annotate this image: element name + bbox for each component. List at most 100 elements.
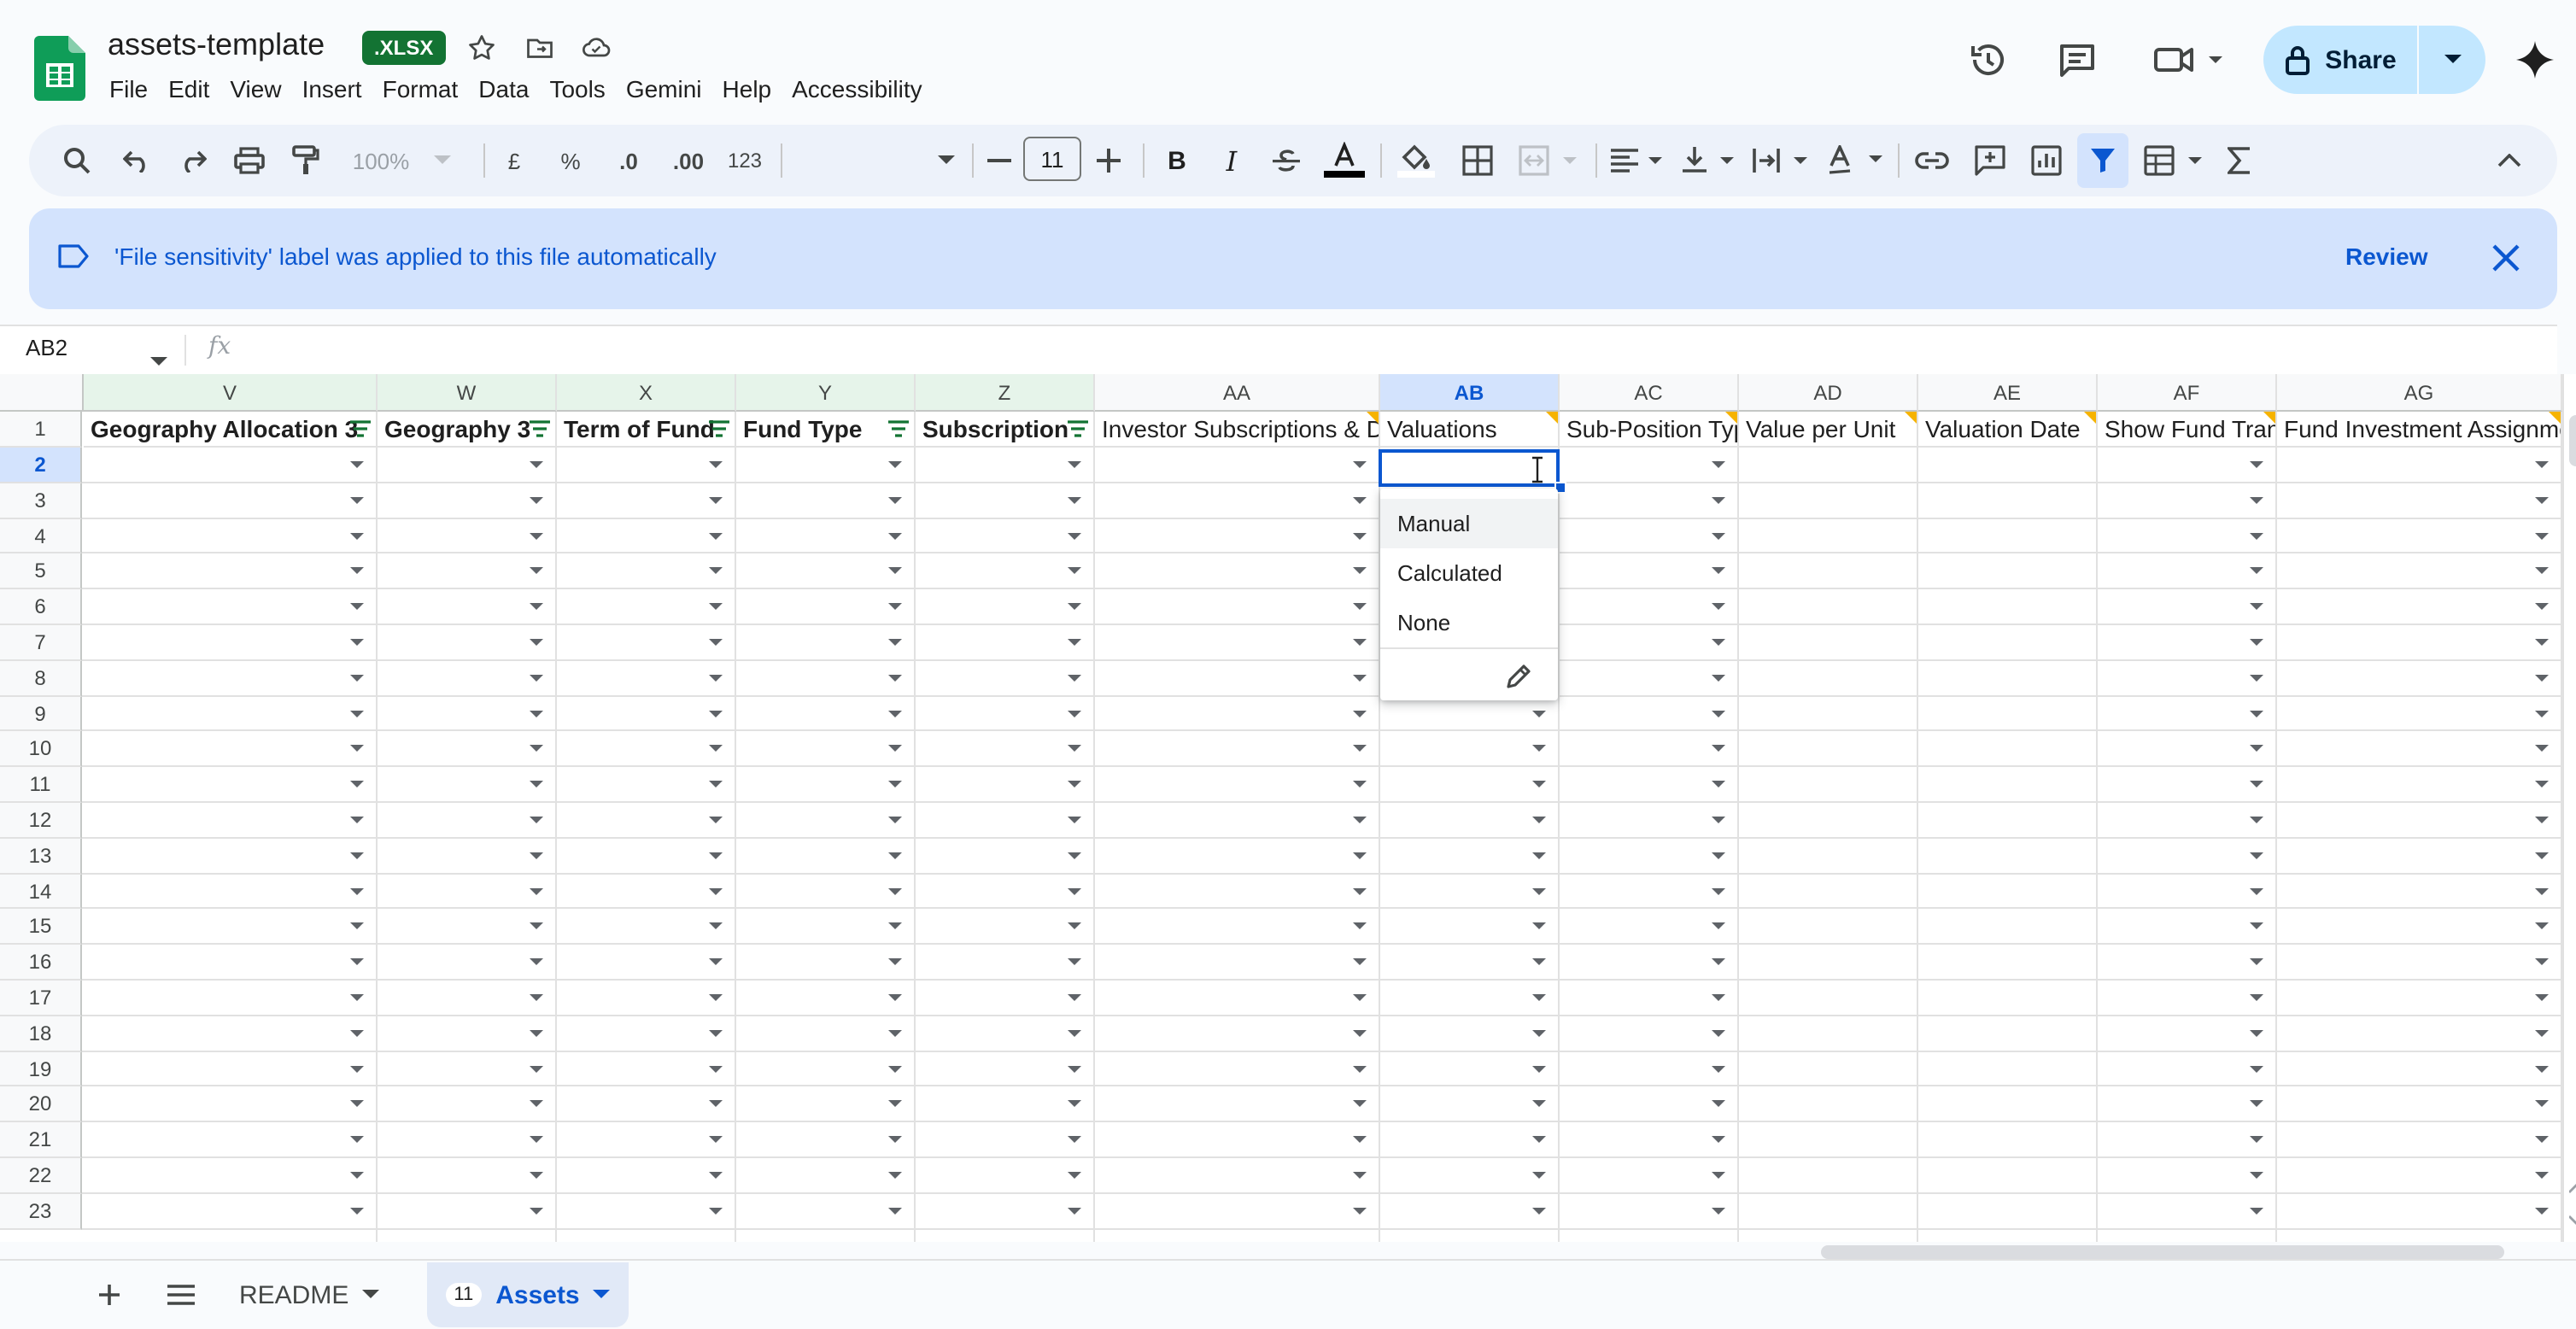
cell-dropdown-chevron-icon[interactable] xyxy=(530,1207,543,1215)
cell-dropdown-chevron-icon[interactable] xyxy=(2535,496,2549,504)
cell-dropdown-chevron-icon[interactable] xyxy=(530,1136,543,1144)
cell-dropdown-chevron-icon[interactable] xyxy=(2535,922,2549,930)
redo-icon[interactable] xyxy=(169,125,217,196)
spreadsheet-grid[interactable]: V W X Y Z AA AB AC AD AE AF AG Geography… xyxy=(0,374,2562,1242)
cell-dropdown-chevron-icon[interactable] xyxy=(888,781,902,788)
sheets-logo-icon[interactable] xyxy=(34,36,85,101)
borders-icon[interactable] xyxy=(1454,125,1502,196)
note-marker[interactable] xyxy=(2549,412,2561,424)
cell-dropdown-chevron-icon[interactable] xyxy=(530,674,543,682)
cell-dropdown-chevron-icon[interactable] xyxy=(1353,1172,1367,1179)
header-cell[interactable]: Subscription xyxy=(916,412,1095,448)
cell-dropdown-chevron-icon[interactable] xyxy=(1712,496,1725,504)
cell-dropdown-chevron-icon[interactable] xyxy=(1532,1207,1546,1215)
cell-dropdown-chevron-icon[interactable] xyxy=(2535,710,2549,717)
cell-dropdown-chevron-icon[interactable] xyxy=(888,994,902,1001)
cell-dropdown-chevron-icon[interactable] xyxy=(709,639,723,646)
text-wrapping-icon[interactable] xyxy=(1751,125,1812,196)
row-header[interactable]: 11 xyxy=(0,767,82,803)
cell-dropdown-chevron-icon[interactable] xyxy=(1712,1065,1725,1073)
cell-dropdown-chevron-icon[interactable] xyxy=(888,745,902,752)
cell-dropdown-chevron-icon[interactable] xyxy=(350,461,364,468)
cell-dropdown-chevron-icon[interactable] xyxy=(530,710,543,717)
cell-dropdown-chevron-icon[interactable] xyxy=(2535,1029,2549,1037)
cell-dropdown-chevron-icon[interactable] xyxy=(350,994,364,1001)
cell-dropdown-chevron-icon[interactable] xyxy=(530,603,543,611)
cell-dropdown-chevron-icon[interactable] xyxy=(1068,852,1081,859)
cell-dropdown-chevron-icon[interactable] xyxy=(888,639,902,646)
row-header[interactable]: 20 xyxy=(0,1086,82,1123)
cell-dropdown-chevron-icon[interactable] xyxy=(1532,781,1546,788)
row-header[interactable]: 14 xyxy=(0,874,82,910)
cell-dropdown-chevron-icon[interactable] xyxy=(709,532,723,540)
cell-dropdown-chevron-icon[interactable] xyxy=(1712,1100,1725,1108)
vertical-scrollbar[interactable] xyxy=(2562,374,2576,1242)
cell-dropdown-chevron-icon[interactable] xyxy=(2250,745,2263,752)
cell-dropdown-chevron-icon[interactable] xyxy=(1712,781,1725,788)
undo-icon[interactable] xyxy=(113,125,161,196)
edit-dropdown-icon[interactable] xyxy=(1503,661,1534,700)
insert-chart-icon[interactable] xyxy=(2023,125,2070,196)
cell-dropdown-chevron-icon[interactable] xyxy=(350,745,364,752)
cell-dropdown-chevron-icon[interactable] xyxy=(2250,496,2263,504)
cell-dropdown-chevron-icon[interactable] xyxy=(1712,674,1725,682)
scrollbar-thumb[interactable] xyxy=(1821,1245,2504,1259)
cell-dropdown-chevron-icon[interactable] xyxy=(1353,852,1367,859)
cell-dropdown-chevron-icon[interactable] xyxy=(888,817,902,823)
cell-dropdown-chevron-icon[interactable] xyxy=(709,781,723,788)
column-header[interactable]: AD xyxy=(1739,374,1918,412)
menu-insert[interactable]: Insert xyxy=(292,72,372,106)
cell-dropdown-chevron-icon[interactable] xyxy=(2535,674,2549,682)
create-filter-icon[interactable] xyxy=(2077,133,2128,188)
cell-dropdown-chevron-icon[interactable] xyxy=(2250,603,2263,611)
row-header[interactable]: 6 xyxy=(0,589,82,625)
cell-dropdown-chevron-icon[interactable] xyxy=(2535,1065,2549,1073)
cell-dropdown-chevron-icon[interactable] xyxy=(709,1172,723,1179)
cell-dropdown-chevron-icon[interactable] xyxy=(350,710,364,717)
filter-views-icon[interactable] xyxy=(2137,125,2212,196)
menu-view[interactable]: View xyxy=(220,72,291,106)
cell-dropdown-chevron-icon[interactable] xyxy=(2535,745,2549,752)
cell-dropdown-chevron-icon[interactable] xyxy=(2250,958,2263,966)
cell-dropdown-chevron-icon[interactable] xyxy=(1068,958,1081,966)
cell-dropdown-chevron-icon[interactable] xyxy=(888,887,902,895)
cell-dropdown-chevron-icon[interactable] xyxy=(1712,958,1725,966)
cell-dropdown-chevron-icon[interactable] xyxy=(1068,710,1081,717)
cell-dropdown-chevron-icon[interactable] xyxy=(1353,1065,1367,1073)
column-header[interactable]: X xyxy=(557,374,736,412)
cell-dropdown-chevron-icon[interactable] xyxy=(1353,1100,1367,1108)
cell-dropdown-chevron-icon[interactable] xyxy=(709,1207,723,1215)
cell-dropdown-chevron-icon[interactable] xyxy=(888,1136,902,1144)
horizontal-align-icon[interactable] xyxy=(1607,125,1666,196)
cell-dropdown-chevron-icon[interactable] xyxy=(2535,852,2549,859)
cell-dropdown-chevron-icon[interactable] xyxy=(2250,1100,2263,1108)
cell-dropdown-chevron-icon[interactable] xyxy=(2535,461,2549,468)
tab-readme[interactable]: README xyxy=(239,1262,410,1327)
strikethrough-icon[interactable] xyxy=(1266,125,1307,196)
header-cell[interactable]: Value per Unit xyxy=(1739,412,1918,448)
cell-dropdown-chevron-icon[interactable] xyxy=(350,887,364,895)
cell-dropdown-chevron-icon[interactable] xyxy=(530,1065,543,1073)
cell-dropdown-chevron-icon[interactable] xyxy=(888,532,902,540)
cell-dropdown-chevron-icon[interactable] xyxy=(709,1029,723,1037)
cell-dropdown-chevron-icon[interactable] xyxy=(709,817,723,823)
cell-dropdown-chevron-icon[interactable] xyxy=(1712,922,1725,930)
cell-dropdown-chevron-icon[interactable] xyxy=(350,532,364,540)
cell-dropdown-chevron-icon[interactable] xyxy=(2250,567,2263,575)
document-title[interactable]: assets-template xyxy=(108,27,325,63)
menu-help[interactable]: Help xyxy=(712,72,782,106)
column-header-selected[interactable]: AB xyxy=(1380,374,1560,412)
text-color-icon[interactable] xyxy=(1320,125,1368,196)
cell-dropdown-chevron-icon[interactable] xyxy=(1712,710,1725,717)
row-header[interactable]: 23 xyxy=(0,1193,82,1230)
more-formats-button[interactable]: 123 xyxy=(723,125,767,196)
dropdown-option-calculated[interactable]: Calculated xyxy=(1380,548,1558,598)
cell-dropdown-chevron-icon[interactable] xyxy=(1068,1100,1081,1108)
insert-link-icon[interactable] xyxy=(1908,125,1956,196)
zoom-select[interactable]: 100% xyxy=(342,125,461,196)
cell-dropdown-chevron-icon[interactable] xyxy=(1068,603,1081,611)
cell-dropdown-chevron-icon[interactable] xyxy=(709,887,723,895)
cell-dropdown-chevron-icon[interactable] xyxy=(530,1172,543,1179)
cell-dropdown-chevron-icon[interactable] xyxy=(1353,958,1367,966)
comments-icon[interactable] xyxy=(2055,38,2099,82)
